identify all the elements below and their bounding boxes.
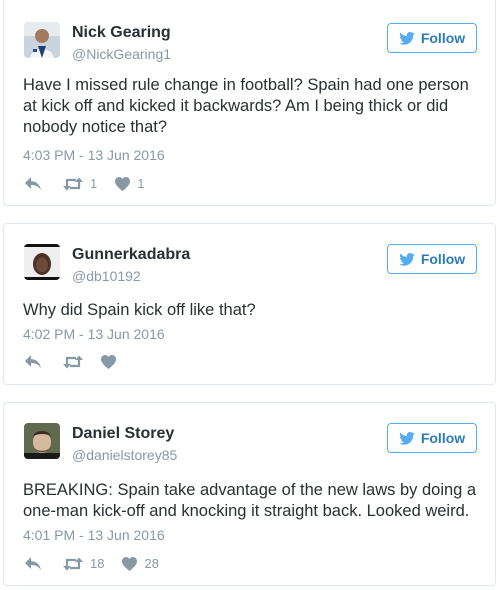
tweet-card: Daniel Storey @danielstorey85 Follow BRE… [3,402,496,586]
twitter-bird-icon [399,431,415,445]
follow-button[interactable]: Follow [387,423,477,453]
like-count: 1 [137,176,145,191]
retweet-button[interactable] [63,355,83,369]
twitter-bird-icon [399,252,415,266]
retweet-count: 18 [90,556,105,571]
user-handle[interactable]: @NickGearing1 [72,46,171,62]
retweet-icon [63,557,83,570]
heart-icon [101,355,116,369]
reply-icon [25,176,41,190]
display-name[interactable]: Nick Gearing [72,24,171,42]
retweet-button[interactable]: 1 [63,176,115,191]
avatar[interactable] [24,244,60,280]
follow-label: Follow [420,251,466,267]
heart-icon [115,176,131,191]
user-handle[interactable]: @db10192 [72,268,141,284]
tweet-text: BREAKING: Spain take advantage of the ne… [23,481,477,520]
retweet-icon [63,355,83,369]
reply-button[interactable] [25,355,63,369]
avatar[interactable] [24,423,60,459]
reply-icon [25,355,41,368]
reply-button[interactable] [25,176,63,191]
like-button[interactable]: 1 [115,176,162,191]
tweet-card: Nick Gearing @NickGearing1 Follow Have I… [3,0,496,206]
follow-button[interactable]: Follow [387,244,477,274]
retweet-button[interactable]: 18 [63,556,122,571]
tweet-timestamp[interactable]: 4:03 PM - 13 Jun 2016 [23,147,165,163]
follow-label: Follow [420,30,466,46]
reply-button[interactable] [25,556,63,571]
user-handle[interactable]: @danielstorey85 [72,447,177,463]
follow-label: Follow [420,430,466,446]
like-button[interactable] [101,355,116,369]
follow-button[interactable]: Follow [387,23,477,53]
tweet-actions [25,355,116,369]
avatar[interactable] [24,22,60,58]
tweet-timestamp[interactable]: 4:01 PM - 13 Jun 2016 [23,527,165,543]
heart-icon [122,556,138,571]
tweet-actions: 1 1 [25,176,162,191]
twitter-bird-icon [399,31,415,45]
tweet-timestamp[interactable]: 4:02 PM - 13 Jun 2016 [23,326,165,342]
like-count: 28 [144,556,159,571]
tweet-text: Have I missed rule change in football? S… [23,76,469,136]
display-name[interactable]: Gunnerkadabra [72,246,190,264]
tweet-card: Gunnerkadabra @db10192 Follow Why did Sp… [3,223,496,385]
retweet-icon [63,177,83,190]
retweet-count: 1 [90,176,98,191]
reply-icon [25,556,41,570]
tweet-text: Why did Spain kick off like that? [23,301,256,319]
like-button[interactable]: 28 [122,556,176,571]
tweet-actions: 18 28 [25,556,177,571]
display-name[interactable]: Daniel Storey [72,425,174,443]
